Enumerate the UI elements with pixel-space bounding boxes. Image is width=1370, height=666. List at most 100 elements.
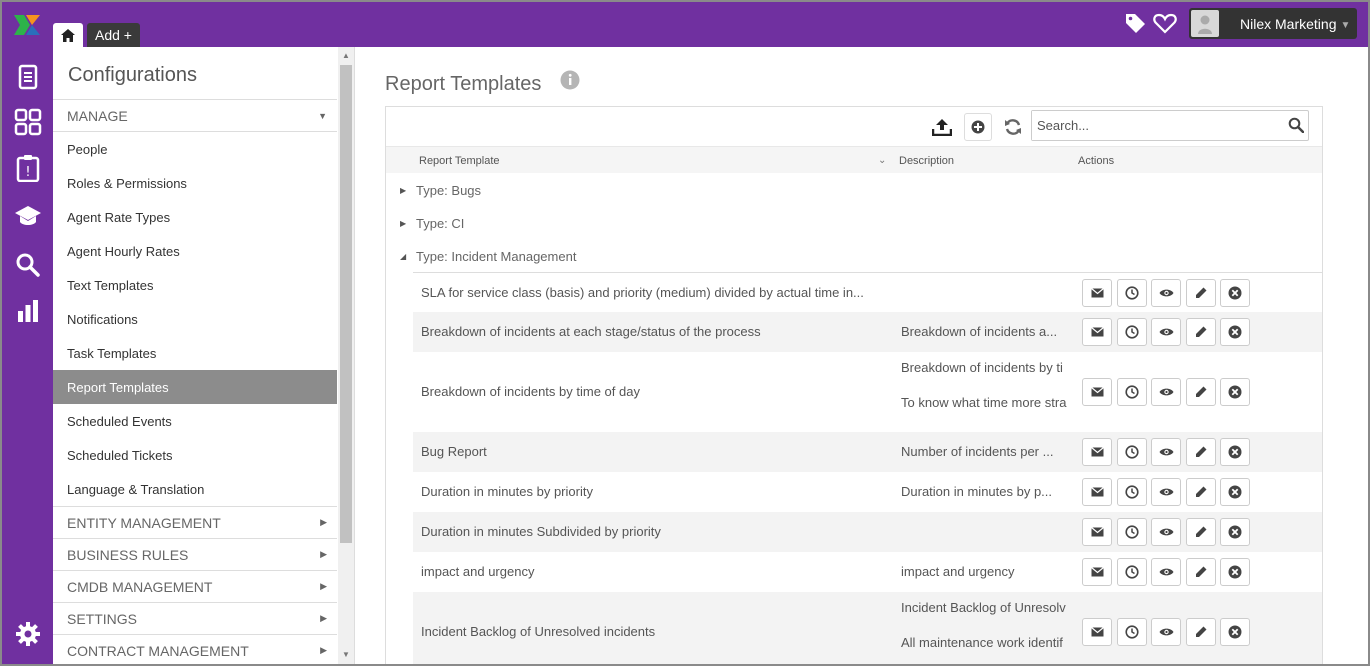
add-tab-button[interactable]: Add + [87, 23, 140, 47]
section-entity-management[interactable]: ENTITY MANAGEMENT ▶ [53, 506, 337, 538]
gear-icon[interactable] [14, 620, 42, 648]
group-row-ci[interactable]: ▶ Type: CI [386, 207, 1322, 240]
table-row[interactable]: Duration in minutes Subdivided by priori… [413, 512, 1322, 552]
preview-button[interactable] [1151, 378, 1181, 406]
edit-button[interactable] [1186, 438, 1216, 466]
section-cmdb-management[interactable]: CMDB MANAGEMENT ▶ [53, 570, 337, 602]
edit-button[interactable] [1186, 618, 1216, 646]
section-manage[interactable]: MANAGE ▼ [53, 99, 337, 131]
table-row[interactable]: SLA for service class (basis) and priori… [413, 272, 1322, 312]
template-name[interactable]: impact and urgency [421, 564, 534, 579]
section-contract-management[interactable]: CONTRACT MANAGEMENT ▶ [53, 634, 337, 664]
email-button[interactable] [1082, 558, 1112, 586]
search-input[interactable] [1032, 111, 1272, 140]
table-row[interactable]: Bug Report Number of incidents per ... [413, 432, 1322, 472]
email-button[interactable] [1082, 518, 1112, 546]
email-button[interactable] [1082, 438, 1112, 466]
user-menu[interactable]: Nilex Marketing ▼ [1189, 8, 1357, 39]
delete-button[interactable] [1220, 438, 1250, 466]
scroll-down-icon[interactable]: ▼ [342, 650, 350, 659]
preview-button[interactable] [1151, 438, 1181, 466]
delete-button[interactable] [1220, 378, 1250, 406]
edit-button[interactable] [1186, 279, 1216, 307]
schedule-button[interactable] [1117, 558, 1147, 586]
info-icon[interactable] [560, 70, 580, 90]
schedule-button[interactable] [1117, 438, 1147, 466]
template-name[interactable]: Breakdown of incidents at each stage/sta… [421, 324, 761, 339]
menu-item-agent-hourly-rates[interactable]: Agent Hourly Rates [53, 234, 337, 268]
menu-item-notifications[interactable]: Notifications [53, 302, 337, 336]
refresh-button[interactable] [999, 113, 1027, 141]
column-header-template[interactable]: Report Template [419, 155, 500, 167]
delete-button[interactable] [1220, 618, 1250, 646]
email-button[interactable] [1082, 318, 1112, 346]
email-button[interactable] [1082, 378, 1112, 406]
sort-chevron-icon[interactable]: ⌄ [878, 155, 886, 166]
preview-button[interactable] [1151, 518, 1181, 546]
group-row-bugs[interactable]: ▶ Type: Bugs [386, 174, 1322, 207]
template-name[interactable]: Duration in minutes by priority [421, 484, 593, 499]
menu-item-people[interactable]: People [53, 132, 337, 166]
menu-item-language-translation[interactable]: Language & Translation [53, 472, 337, 506]
table-row[interactable]: Duration in minutes by priority Duration … [413, 472, 1322, 512]
preview-button[interactable] [1151, 478, 1181, 506]
edit-button[interactable] [1186, 378, 1216, 406]
menu-item-scheduled-events[interactable]: Scheduled Events [53, 404, 337, 438]
upload-button[interactable] [928, 113, 956, 141]
schedule-button[interactable] [1117, 478, 1147, 506]
template-name[interactable]: Duration in minutes Subdivided by priori… [421, 524, 661, 539]
home-tab[interactable] [53, 23, 83, 47]
nilex-logo[interactable] [12, 13, 42, 37]
template-name[interactable]: SLA for service class (basis) and priori… [421, 285, 864, 300]
preview-button[interactable] [1151, 558, 1181, 586]
section-business-rules[interactable]: BUSINESS RULES ▶ [53, 538, 337, 570]
add-template-button[interactable] [964, 113, 992, 141]
edit-button[interactable] [1186, 318, 1216, 346]
schedule-button[interactable] [1117, 618, 1147, 646]
expand-icon[interactable]: ▶ [400, 186, 406, 195]
delete-button[interactable] [1220, 279, 1250, 307]
bar-chart-icon[interactable] [14, 297, 42, 325]
menu-item-report-templates[interactable]: Report Templates [53, 370, 337, 404]
menu-item-scheduled-tickets[interactable]: Scheduled Tickets [53, 438, 337, 472]
preview-button[interactable] [1151, 618, 1181, 646]
schedule-button[interactable] [1117, 378, 1147, 406]
search-icon[interactable] [14, 251, 42, 279]
delete-button[interactable] [1220, 558, 1250, 586]
delete-button[interactable] [1220, 478, 1250, 506]
preview-button[interactable] [1151, 279, 1181, 307]
schedule-button[interactable] [1117, 318, 1147, 346]
schedule-button[interactable] [1117, 518, 1147, 546]
menu-item-roles-permissions[interactable]: Roles & Permissions [53, 166, 337, 200]
email-button[interactable] [1082, 279, 1112, 307]
table-row[interactable]: Breakdown of incidents by time of day Bre… [413, 352, 1322, 432]
section-settings[interactable]: SETTINGS ▶ [53, 602, 337, 634]
template-name[interactable]: Bug Report [421, 444, 487, 459]
search-field[interactable] [1031, 110, 1309, 141]
edit-button[interactable] [1186, 558, 1216, 586]
table-row[interactable]: impact and urgency impact and urgency [413, 552, 1322, 592]
tag-icon[interactable] [1123, 12, 1147, 34]
heart-icon[interactable] [1153, 12, 1177, 34]
preview-button[interactable] [1151, 318, 1181, 346]
table-row[interactable]: Incident Backlog of Unresolved incidents… [413, 592, 1322, 664]
group-row-incident-management[interactable]: ◢ Type: Incident Management [386, 240, 1322, 273]
delete-button[interactable] [1220, 518, 1250, 546]
collapse-icon[interactable]: ◢ [400, 252, 406, 261]
clipboard-icon[interactable]: ! [14, 154, 42, 182]
email-button[interactable] [1082, 618, 1112, 646]
template-name[interactable]: Incident Backlog of Unresolved incidents [421, 624, 655, 639]
graduation-cap-icon[interactable] [14, 202, 42, 230]
menu-item-agent-rate-types[interactable]: Agent Rate Types [53, 200, 337, 234]
edit-button[interactable] [1186, 478, 1216, 506]
schedule-button[interactable] [1117, 279, 1147, 307]
table-row[interactable]: Breakdown of incidents at each stage/sta… [413, 312, 1322, 352]
document-icon[interactable] [14, 63, 42, 91]
email-button[interactable] [1082, 478, 1112, 506]
template-name[interactable]: Breakdown of incidents by time of day [421, 384, 640, 399]
grid-icon[interactable] [14, 108, 42, 136]
panel-scrollbar[interactable]: ▲ ▼ [338, 47, 354, 664]
delete-button[interactable] [1220, 318, 1250, 346]
scrollbar-thumb[interactable] [340, 65, 352, 543]
scroll-up-icon[interactable]: ▲ [342, 51, 350, 60]
